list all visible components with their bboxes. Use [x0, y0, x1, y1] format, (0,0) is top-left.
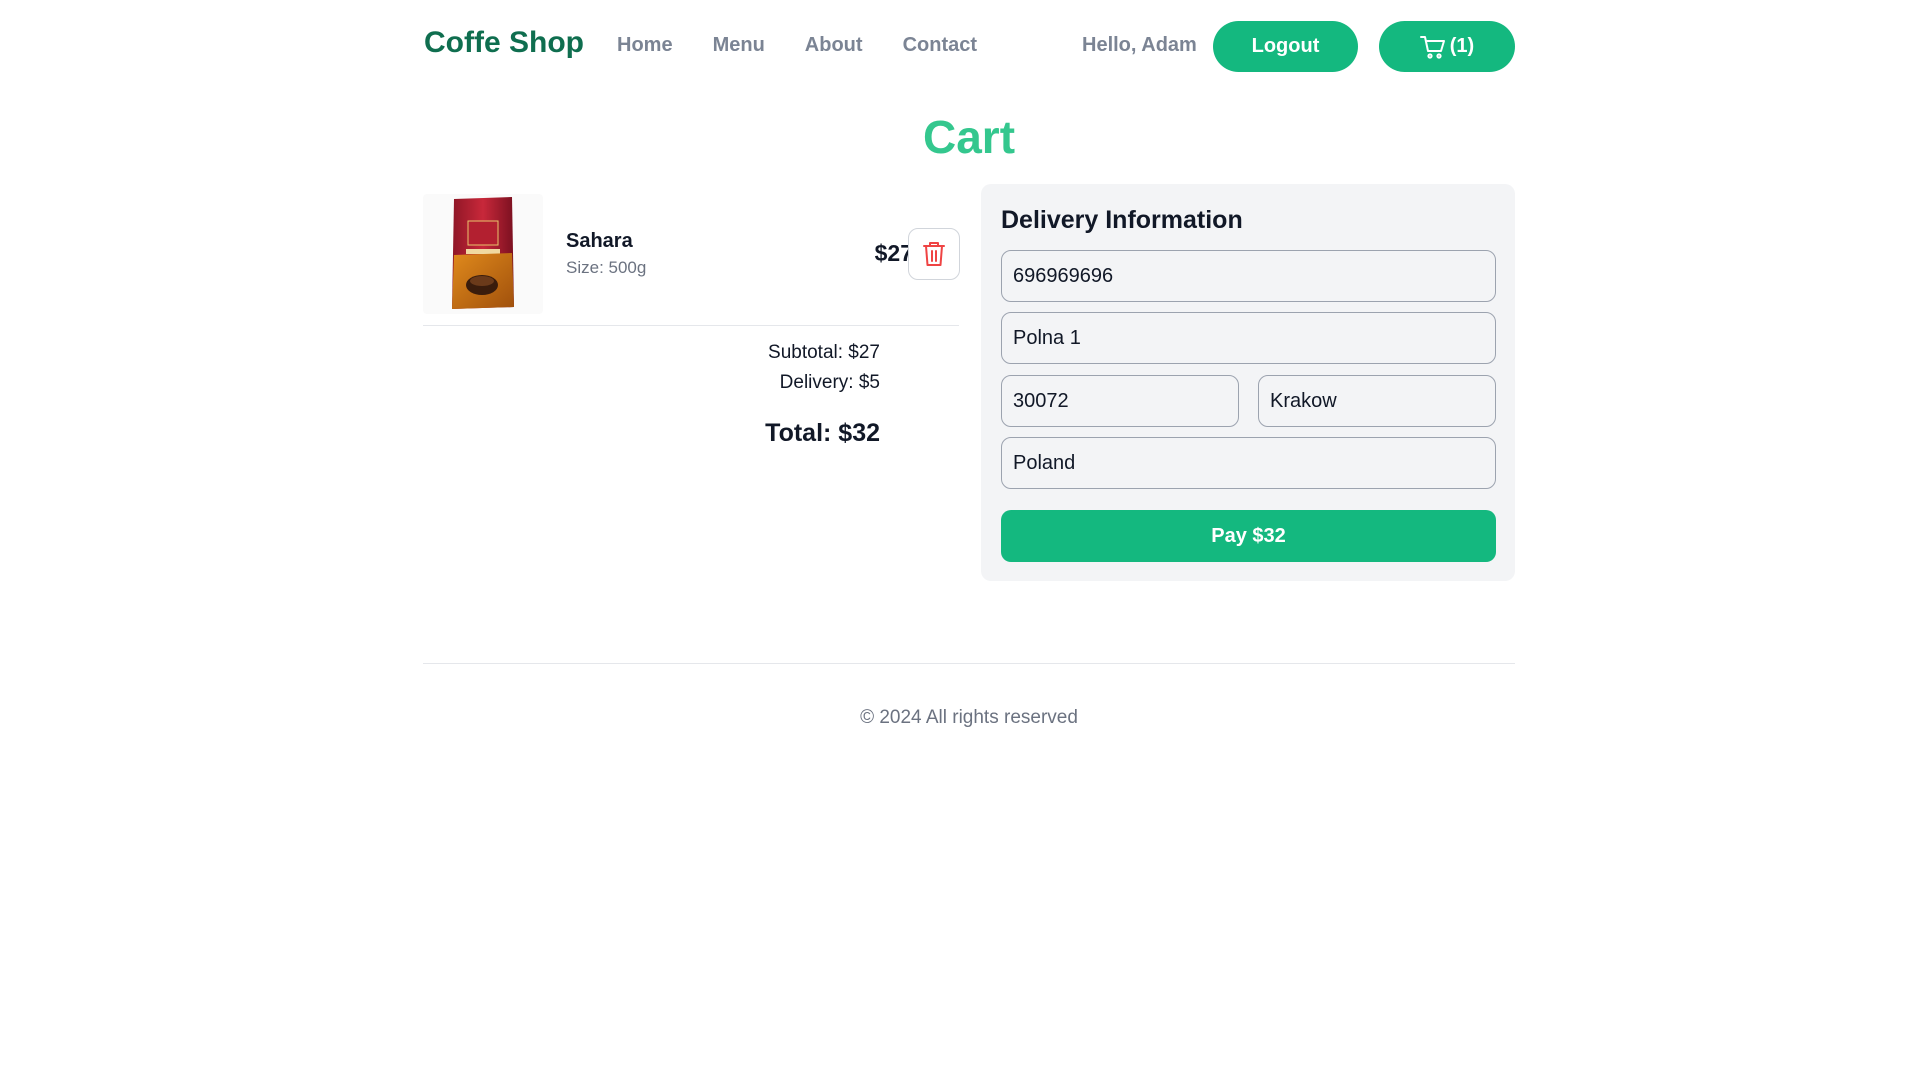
delivery-title: Delivery Information [1001, 206, 1243, 234]
cart-item: Sahara Size: 500g $27 [423, 190, 960, 326]
cart-icon [1419, 35, 1445, 59]
coffee-bag-image [423, 194, 543, 314]
cart-count: (1) [1449, 35, 1475, 57]
main-nav: Home Menu About Contact [617, 34, 1017, 57]
nav-home[interactable]: Home [617, 34, 673, 57]
item-price: $27 [874, 240, 913, 266]
nav-menu[interactable]: Menu [713, 34, 765, 57]
nav-about[interactable]: About [805, 34, 863, 57]
trash-icon [923, 242, 945, 266]
order-total: Total: $32 [765, 419, 880, 447]
delivery-panel: Delivery Information Pay $32 [981, 184, 1515, 581]
nav-contact[interactable]: Contact [903, 34, 977, 57]
delivery-cost: Delivery: $5 [779, 372, 880, 393]
footer-text: © 2024 All rights reserved [860, 707, 1078, 728]
order-summary: Subtotal: $27 Delivery: $5 Total: $32 [423, 338, 880, 448]
phone-field[interactable] [1001, 250, 1496, 302]
page-title: Cart [922, 111, 1016, 163]
site-header: Coffe Shop Home Menu About Contact Hello… [423, 20, 1515, 72]
city-field[interactable] [1258, 375, 1496, 427]
street-field[interactable] [1001, 312, 1496, 364]
brand-logo[interactable]: Coffe Shop [424, 26, 584, 60]
subtotal: Subtotal: $27 [768, 342, 880, 363]
item-size: Size: 500g [566, 258, 647, 277]
cart-button[interactable]: (1) [1379, 21, 1515, 72]
user-greeting: Hello, Adam [1082, 34, 1197, 56]
logout-button[interactable]: Logout [1213, 21, 1358, 72]
delete-item-button[interactable] [908, 228, 960, 280]
footer-divider [423, 663, 1515, 664]
pay-button[interactable]: Pay $32 [1001, 510, 1496, 562]
zip-field[interactable] [1001, 375, 1239, 427]
item-name: Sahara [566, 230, 633, 252]
country-field[interactable] [1001, 437, 1496, 489]
